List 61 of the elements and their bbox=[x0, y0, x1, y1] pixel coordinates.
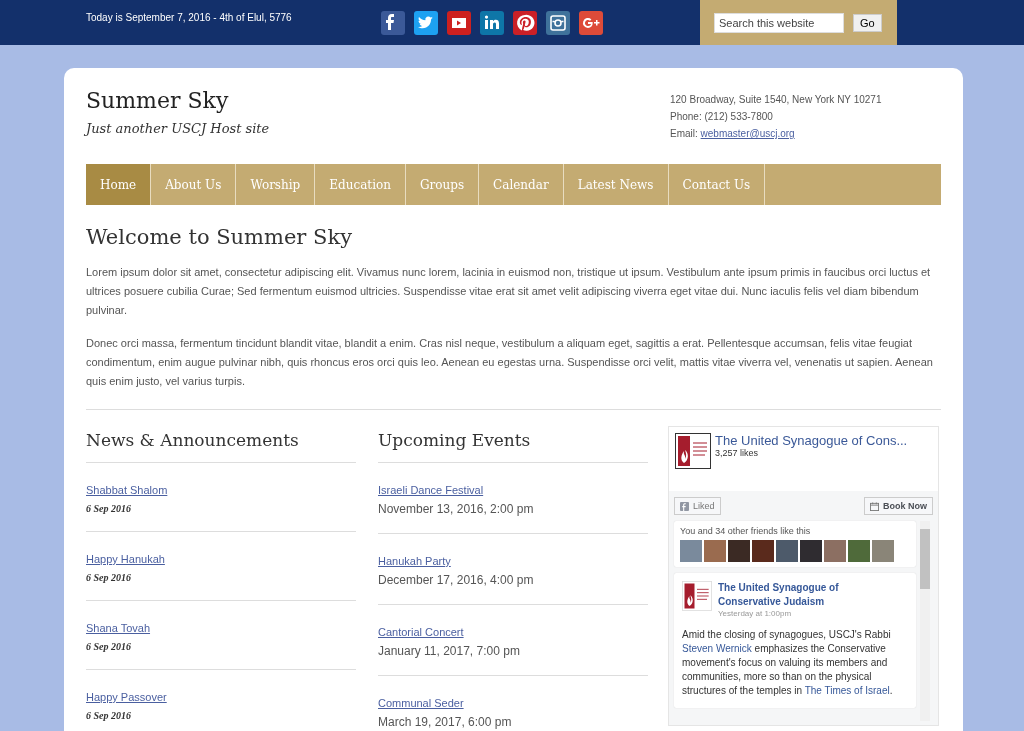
linkedin-icon[interactable] bbox=[480, 10, 504, 35]
photo-placeholder[interactable] bbox=[848, 540, 870, 562]
post-time: Yesterday at 1:00pm bbox=[718, 609, 793, 618]
youtube-icon[interactable] bbox=[447, 10, 471, 35]
event-link[interactable]: Cantorial Concert bbox=[378, 626, 464, 638]
photo-placeholder[interactable] bbox=[872, 540, 894, 562]
calendar-icon bbox=[870, 501, 879, 511]
phone-text: Phone: (212) 533-7800 bbox=[670, 110, 774, 124]
liked-button[interactable]: Liked bbox=[674, 497, 721, 515]
news-link[interactable]: Shabbat Shalom bbox=[86, 484, 168, 496]
event-date: December 17, 2016, 4:00 pm bbox=[378, 573, 535, 587]
body-paragraph: Lorem ipsum dolor sit amet, consectetur adipiscing elit. Vivamus nunc lorem, lacinia in euismod non, tristique ut ipsum. Vestibulum ante ipsum primis in faucibus orci luctus et ultrices posuere cubilia Curae; Sed fermentum euismod ultricies. Suspendisse vitae erat sit amet velit adipiscing viverra eget vitae dui. Nunc iaculis felis vel diam bibendum pulvinar. bbox=[86, 265, 932, 318]
googleplus-icon[interactable] bbox=[579, 10, 603, 35]
site-tagline: Just another USCJ Host site bbox=[86, 121, 270, 136]
friends-text: You and 34 other friends like this bbox=[680, 526, 812, 536]
facebook-icon bbox=[680, 501, 689, 511]
flame-logo-icon bbox=[682, 581, 712, 611]
section-heading: Upcoming Events bbox=[378, 430, 648, 463]
event-link[interactable]: Israeli Dance Festival bbox=[378, 484, 484, 496]
news-date: 6 Sep 2016 bbox=[86, 572, 132, 583]
book-now-button[interactable]: Book Now bbox=[864, 497, 933, 515]
body-paragraph: Donec orci massa, fermentum tincidunt blandit vitae, blandit a enim. Cras nisl neque, vestibulum a aliquam eget, sagittis a erat. Pellentesque accumsan, felis vitae feugiat condimentum, enim augue pulvinar nibh, quis rhoncus eros orci quis leo. Aenean eu egestas urna. Suspendisse orci velit, mattis vitae viverra vel, venenatis ut sapien. Aenean quis enim justo, vel varius turpis. bbox=[86, 336, 934, 389]
pinterest-icon[interactable] bbox=[513, 10, 537, 35]
section-heading: News & Announcements bbox=[86, 430, 356, 463]
go-button[interactable]: Go bbox=[853, 13, 882, 32]
address-text: 120 Broadway, Suite 1540, New York NY 10271 bbox=[670, 93, 883, 107]
event-link[interactable]: Hanukah Party bbox=[378, 555, 451, 567]
page-name-link[interactable]: The United Synagogue of Cons... bbox=[715, 433, 908, 448]
event-link[interactable]: Communal Seder bbox=[378, 697, 464, 709]
photo-placeholder[interactable] bbox=[680, 540, 702, 562]
email-label: Email: bbox=[670, 128, 698, 139]
news-date: 6 Sep 2016 bbox=[86, 710, 132, 721]
email-link[interactable]: webmaster@uscj.org bbox=[700, 128, 795, 139]
news-link[interactable]: Happy Hanukah bbox=[86, 553, 165, 565]
flame-logo-icon bbox=[675, 433, 711, 469]
search-field[interactable]: Search this website bbox=[714, 12, 844, 33]
photo-placeholder[interactable] bbox=[704, 540, 726, 562]
scrollbar[interactable] bbox=[920, 521, 930, 721]
instagram-icon[interactable] bbox=[546, 10, 570, 35]
photo-placeholder[interactable] bbox=[824, 540, 846, 562]
news-link[interactable]: Shana Tovah bbox=[86, 622, 151, 634]
news-date: 6 Sep 2016 bbox=[86, 503, 132, 514]
post-link[interactable]: The Times of Israel bbox=[804, 685, 890, 696]
event-date: March 19, 2017, 6:00 pm bbox=[378, 715, 513, 729]
post-link[interactable]: Steven Wernick bbox=[682, 643, 752, 654]
photo-placeholder[interactable] bbox=[728, 540, 750, 562]
news-link[interactable]: Happy Passover bbox=[86, 691, 167, 703]
likes-count: 3,257 likes bbox=[715, 448, 760, 458]
site-title[interactable]: Summer Sky bbox=[86, 88, 270, 113]
twitter-icon[interactable] bbox=[414, 10, 438, 35]
photo-placeholder[interactable] bbox=[776, 540, 798, 562]
post-text: Amid the closing of synagogues, USCJ's Rabbi Steven Wernick emphasizes the Conservative movement's focus on valuing its members and communities, more so than on the physical structures of the temples in The Times of Israel. bbox=[682, 628, 894, 698]
facebook-icon[interactable] bbox=[381, 10, 405, 35]
page-title: Welcome to Summer Sky bbox=[86, 225, 354, 249]
news-date: 6 Sep 2016 bbox=[86, 641, 132, 652]
photo-placeholder[interactable] bbox=[752, 540, 774, 562]
photo-placeholder[interactable] bbox=[800, 540, 822, 562]
event-date: November 13, 2016, 2:00 pm bbox=[378, 502, 535, 516]
event-date: January 11, 2017, 7:00 pm bbox=[378, 644, 521, 658]
date-text: Today is September 7, 2016 - 4th of Elul, 5776 bbox=[85, 12, 293, 23]
post-author-link[interactable]: The United Synagogue of Conservative Judaism bbox=[718, 581, 858, 609]
